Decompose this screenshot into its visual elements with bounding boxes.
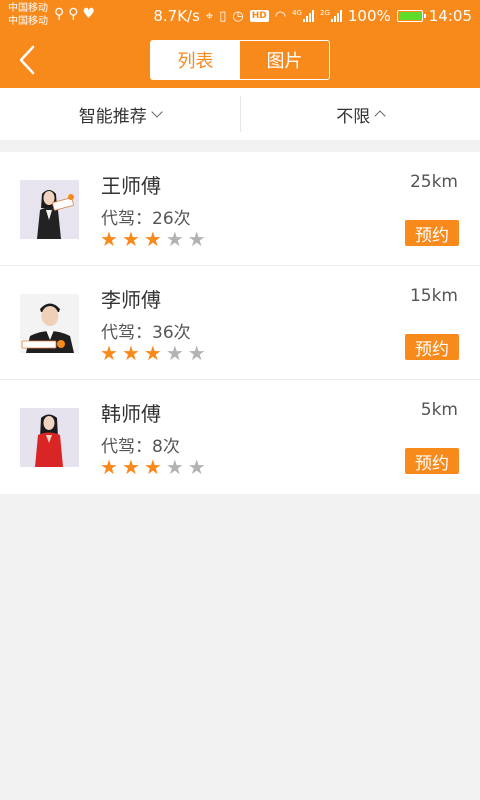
back-button[interactable]: [10, 42, 44, 78]
clock: 14:05: [428, 7, 472, 25]
tab-list[interactable]: 列表: [151, 41, 240, 79]
wifi-icon: ◠: [274, 8, 287, 24]
signal-4g-icon: 4G: [292, 10, 314, 22]
driver-row[interactable]: 王师傅 25km 代驾：26次 ★ ★ ★ ★ ★ 预约: [0, 152, 480, 266]
signal-2g-icon: 2G: [320, 10, 342, 22]
avatar: [20, 180, 79, 239]
tab-pictures[interactable]: 图片: [240, 41, 329, 79]
book-button[interactable]: 预约: [405, 334, 459, 360]
chevron-up-icon: [374, 110, 386, 122]
driver-name: 李师傅: [101, 288, 161, 312]
hd-icon: HD: [249, 10, 269, 22]
location-icon: ⌖: [205, 8, 214, 24]
driver-row[interactable]: 李师傅 15km 代驾：36次 ★ ★ ★ ★ ★ 预约: [0, 266, 480, 380]
book-button[interactable]: 预约: [405, 220, 459, 246]
male-driver-photo: [20, 294, 79, 353]
avatar: [20, 408, 79, 467]
star-empty-icon: ★: [187, 455, 206, 479]
sort-filter[interactable]: 智能推荐: [0, 88, 240, 140]
star-filled-icon: ★: [121, 455, 140, 479]
range-filter[interactable]: 不限: [241, 88, 480, 140]
driver-list: 王师傅 25km 代驾：26次 ★ ★ ★ ★ ★ 预约 李师傅 15km 代驾：36次…: [0, 152, 480, 494]
header: 中国移动 中国移动 ⚲⚲♥ 8.7K/s ⌖ ▯ ◷ HD ◠ 4G 2G 10…: [0, 0, 480, 88]
book-button[interactable]: 预约: [405, 448, 459, 474]
carrier-info: 中国移动 中国移动: [8, 2, 48, 28]
driver-distance: 25km: [409, 172, 458, 192]
view-toggle: 列表 图片: [150, 40, 330, 80]
battery-icon: [396, 10, 426, 22]
avatar: [20, 294, 79, 353]
network-4g-label: 4G: [292, 9, 302, 17]
star-filled-icon: ★: [100, 455, 118, 479]
nav-bar: 列表 图片: [0, 32, 480, 88]
vibrate-icon: ▯: [219, 8, 227, 24]
network-speed: 8.7K/s: [153, 7, 200, 25]
star-empty-icon: ★: [165, 341, 184, 365]
sort-filter-label: 智能推荐: [78, 106, 147, 127]
rating-stars: ★ ★ ★ ★ ★: [100, 342, 206, 364]
range-filter-label: 不限: [336, 106, 371, 127]
star-filled-icon: ★: [121, 341, 140, 365]
status-right: 8.7K/s ⌖ ▯ ◷ HD ◠ 4G 2G 100% 14:05: [153, 5, 472, 27]
star-filled-icon: ★: [100, 341, 118, 365]
battery-percent: 100%: [347, 7, 391, 25]
driver-distance: 5km: [420, 400, 458, 420]
alarm-icon: ◷: [232, 8, 244, 24]
star-filled-icon: ★: [100, 227, 118, 251]
status-bar: 中国移动 中国移动 ⚲⚲♥ 8.7K/s ⌖ ▯ ◷ HD ◠ 4G 2G 10…: [0, 0, 480, 32]
filter-bar: 智能推荐 不限: [0, 88, 480, 140]
driver-distance: 15km: [409, 286, 458, 306]
star-filled-icon: ★: [143, 227, 162, 251]
usb-icon: ⚲: [68, 6, 83, 22]
driver-row[interactable]: 韩师傅 5km 代驾：8次 ★ ★ ★ ★ ★ 预约: [0, 380, 480, 494]
star-empty-icon: ★: [187, 227, 206, 251]
chevron-down-icon: [151, 106, 163, 118]
star-empty-icon: ★: [187, 341, 206, 365]
carrier-1: 中国移动: [8, 3, 48, 14]
notification-icons: ⚲⚲♥: [54, 6, 99, 22]
female-driver-photo: [20, 408, 79, 467]
driver-drive-count: 代驾：26次: [101, 209, 191, 229]
rating-stars: ★ ★ ★ ★ ★: [100, 228, 206, 250]
female-driver-photo: [20, 180, 79, 239]
star-filled-icon: ★: [143, 341, 162, 365]
usb-icon: ⚲: [54, 6, 69, 22]
health-icon: ♥: [82, 6, 100, 22]
network-2g-label: 2G: [319, 9, 330, 17]
driver-drive-count: 代驾：36次: [101, 323, 191, 343]
star-empty-icon: ★: [165, 227, 184, 251]
star-filled-icon: ★: [121, 227, 140, 251]
driver-drive-count: 代驾：8次: [101, 437, 180, 457]
driver-name: 韩师傅: [101, 402, 161, 426]
driver-name: 王师傅: [101, 174, 161, 198]
star-filled-icon: ★: [143, 455, 162, 479]
chevron-left-icon: [19, 45, 35, 75]
carrier-2: 中国移动: [8, 16, 48, 27]
star-empty-icon: ★: [165, 455, 184, 479]
rating-stars: ★ ★ ★ ★ ★: [100, 456, 206, 478]
